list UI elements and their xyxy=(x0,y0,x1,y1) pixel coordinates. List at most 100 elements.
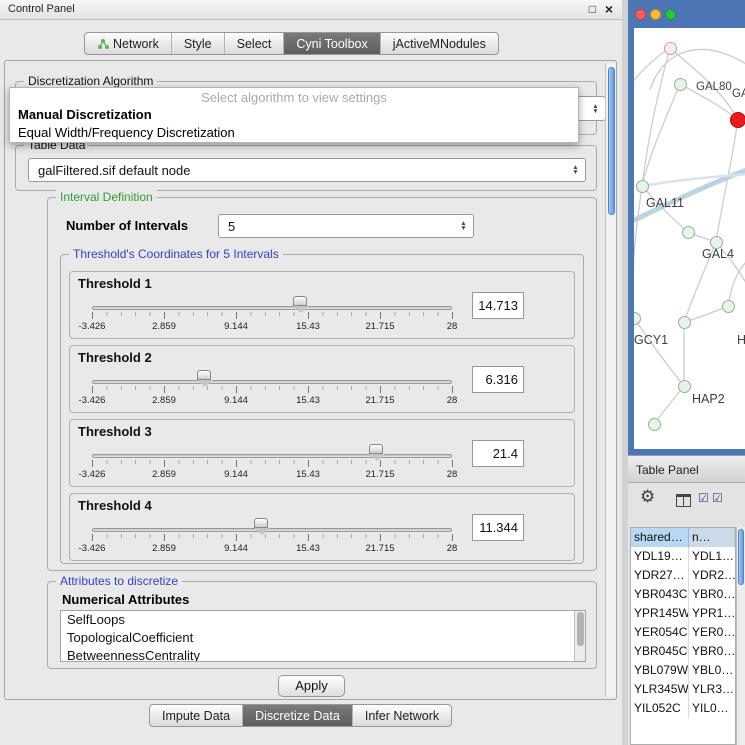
cell-shared-name[interactable]: YBR045C xyxy=(631,642,689,661)
algorithm-dropdown-popup: Select algorithm to view settings Manual… xyxy=(9,87,579,143)
dropdown-placeholder: Select algorithm to view settings xyxy=(10,88,578,106)
network-node[interactable] xyxy=(722,300,735,313)
list-scrollbar[interactable] xyxy=(574,611,585,661)
cell-shared-name[interactable]: YDL19… xyxy=(631,547,689,566)
threshold-title: Threshold 3 xyxy=(78,424,152,439)
network-node[interactable] xyxy=(678,380,691,393)
attributes-list[interactable]: SelfLoops TopologicalCoefficient Between… xyxy=(60,610,586,662)
gear-icon[interactable]: ⚙ xyxy=(640,487,655,507)
network-node[interactable] xyxy=(636,180,649,193)
apply-button[interactable]: Apply xyxy=(278,675,345,697)
cell-name[interactable]: YIL0… xyxy=(689,699,735,718)
tab-impute-data[interactable]: Impute Data xyxy=(150,705,242,726)
column-header-name[interactable]: n… xyxy=(689,528,735,547)
list-item[interactable]: BetweennessCentrality xyxy=(61,647,585,662)
table-row[interactable]: YDR27… YDR2… xyxy=(631,566,735,585)
network-node[interactable] xyxy=(682,226,695,239)
cell-name[interactable]: YBR0… xyxy=(689,642,735,661)
network-canvas[interactable]: GAL80 GA GAL11 GAL4 GCY1 H HAP2 xyxy=(634,28,745,449)
list-item[interactable]: TopologicalCoefficient xyxy=(61,629,585,647)
tab-style[interactable]: Style xyxy=(171,33,224,54)
checkbox-icon[interactable]: ☑ xyxy=(698,491,709,505)
column-header-shared-name[interactable]: shared… xyxy=(631,528,689,547)
cell-shared-name[interactable]: YIL052C xyxy=(631,699,689,718)
threshold-2-value[interactable]: 6.316 xyxy=(472,366,524,393)
slider-track[interactable] xyxy=(92,528,452,532)
table-scrollbar[interactable] xyxy=(736,527,745,745)
tab-discretize-data[interactable]: Discretize Data xyxy=(242,705,352,726)
tab-select[interactable]: Select xyxy=(224,33,284,54)
minimize-traffic-light-icon[interactable] xyxy=(650,9,661,20)
columns-icon[interactable] xyxy=(676,494,691,507)
cell-name[interactable]: YDL1… xyxy=(689,547,735,566)
table-row[interactable]: YLR345W YLR3… xyxy=(631,680,735,699)
tab-label: Discretize Data xyxy=(255,709,340,723)
dropdown-option-manual[interactable]: Manual Discretization xyxy=(10,106,578,124)
close-icon[interactable]: × xyxy=(605,1,613,17)
slider-thumb[interactable] xyxy=(293,296,307,306)
tab-label: Network xyxy=(113,37,159,51)
scale-label: 21.715 xyxy=(358,321,402,332)
table-row[interactable]: YER054C YER0… xyxy=(631,623,735,642)
checkbox-icon[interactable]: ☑ xyxy=(712,491,723,505)
float-window-icon[interactable]: □ xyxy=(589,2,596,16)
threshold-4-slider[interactable]: -3.426 2.859 9.144 15.43 21.715 28 xyxy=(92,518,452,558)
table-row[interactable]: YBL079W YBL0… xyxy=(631,661,735,680)
cell-name[interactable]: YBR0… xyxy=(689,585,735,604)
cell-name[interactable]: YDR2… xyxy=(689,566,735,585)
cell-name[interactable]: YER0… xyxy=(689,623,735,642)
table-data-combobox[interactable]: galFiltered.sif default node ▲ ▼ xyxy=(28,158,586,182)
panel-title: Control Panel xyxy=(8,3,75,15)
cell-name[interactable]: YPR1… xyxy=(689,604,735,623)
table-row[interactable]: YDL19… YDL1… xyxy=(631,547,735,566)
panel-scrollbar[interactable] xyxy=(605,63,616,697)
dropdown-option-equal-width[interactable]: Equal Width/Frequency Discretization xyxy=(10,124,578,142)
cell-shared-name[interactable]: YBR043C xyxy=(631,585,689,604)
tab-infer-network[interactable]: Infer Network xyxy=(352,705,451,726)
cell-shared-name[interactable]: YLR345W xyxy=(631,680,689,699)
table-row[interactable]: YPR145W YPR1… xyxy=(631,604,735,623)
table-row[interactable]: YBR045C YBR0… xyxy=(631,642,735,661)
table-row[interactable]: YIL052C YIL0… xyxy=(631,699,735,718)
threshold-2-slider[interactable]: -3.426 2.859 9.144 15.43 21.715 28 xyxy=(92,370,452,410)
scrollbar-thumb[interactable] xyxy=(608,67,615,215)
slider-thumb[interactable] xyxy=(254,518,268,528)
node-attribute-table[interactable]: shared… n… YDL19… YDL1… YDR27… YDR2… YBR… xyxy=(630,527,736,745)
network-node[interactable] xyxy=(674,78,687,91)
slider-track[interactable] xyxy=(92,380,452,384)
slider-track[interactable] xyxy=(92,454,452,458)
network-view-window: GAL80 GA GAL11 GAL4 GCY1 H HAP2 xyxy=(628,0,745,455)
threshold-1-slider[interactable]: -3.426 2.859 9.144 15.43 21.715 28 xyxy=(92,296,452,336)
tab-cyni-toolbox[interactable]: Cyni Toolbox xyxy=(283,33,379,54)
scrollbar-thumb[interactable] xyxy=(577,612,584,646)
cell-shared-name[interactable]: YBL079W xyxy=(631,661,689,680)
cell-name[interactable]: YLR3… xyxy=(689,680,735,699)
combo-stepper-icon[interactable]: ▲ ▼ xyxy=(456,215,471,237)
cell-shared-name[interactable]: YPR145W xyxy=(631,604,689,623)
threshold-3-slider[interactable]: -3.426 2.859 9.144 15.43 21.715 28 xyxy=(92,444,452,484)
zoom-traffic-light-icon[interactable] xyxy=(665,9,676,20)
slider-thumb[interactable] xyxy=(369,444,383,454)
tab-network[interactable]: Network xyxy=(85,33,171,54)
num-intervals-combobox[interactable]: 5 ▲ ▼ xyxy=(218,214,474,238)
threshold-4-value[interactable]: 11.344 xyxy=(472,514,524,541)
network-node[interactable] xyxy=(664,42,677,55)
threshold-3-value[interactable]: 21.4 xyxy=(472,440,524,467)
combo-stepper-icon[interactable]: ▲ ▼ xyxy=(568,159,583,181)
combo-stepper-icon[interactable]: ▲ ▼ xyxy=(588,97,603,120)
network-node[interactable] xyxy=(648,418,661,431)
cell-name[interactable]: YBL0… xyxy=(689,661,735,680)
scrollbar-thumb[interactable] xyxy=(738,529,744,585)
tab-jactivemnodules[interactable]: jActiveMNodules xyxy=(380,33,498,54)
close-traffic-light-icon[interactable] xyxy=(635,9,646,20)
slider-thumb[interactable] xyxy=(197,370,211,380)
network-node-selected[interactable] xyxy=(730,112,745,128)
cell-shared-name[interactable]: YER054C xyxy=(631,623,689,642)
threshold-1-value[interactable]: 14.713 xyxy=(472,292,524,319)
table-row[interactable]: YBR043C YBR0… xyxy=(631,585,735,604)
network-node[interactable] xyxy=(678,316,691,329)
control-panel: Control Panel □ × Network Style Select C… xyxy=(0,0,622,745)
cell-shared-name[interactable]: YDR27… xyxy=(631,566,689,585)
slider-track[interactable] xyxy=(92,306,452,310)
list-item[interactable]: SelfLoops xyxy=(61,611,585,629)
